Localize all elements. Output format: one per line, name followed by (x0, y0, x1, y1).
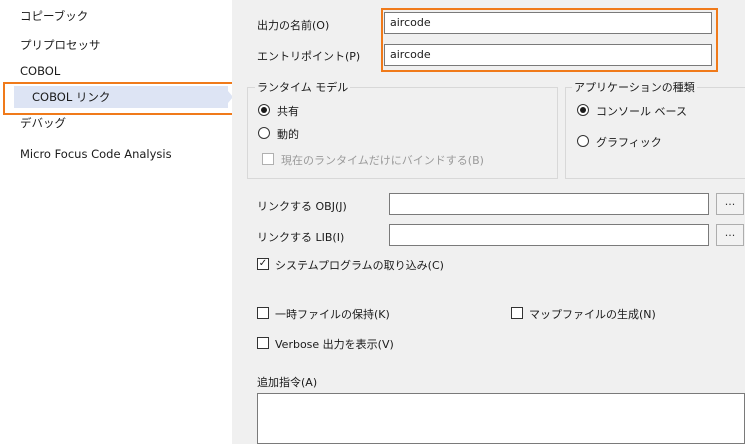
keep-temp-checkbox[interactable] (257, 307, 269, 319)
console-base-label: コンソール ベース (596, 105, 687, 118)
sidebar-item-cobol[interactable]: COBOL (20, 60, 60, 82)
options-sidebar: コピーブック プリプロセッサ COBOL COBOL リンク デバッグ Micr… (0, 0, 240, 444)
generate-map-label: マップファイルの生成(N) (529, 308, 656, 321)
bind-current-runtime-checkbox[interactable] (262, 153, 274, 165)
output-name-label: 出力の名前(O) (257, 19, 330, 32)
graphic-label: グラフィック (596, 136, 662, 149)
link-obj-label: リンクする OBJ(J) (257, 200, 347, 213)
output-name-input[interactable]: aircode (384, 12, 712, 34)
additional-directives-label: 追加指令(A) (257, 376, 318, 389)
entry-point-label: エントリポイント(P) (257, 50, 361, 63)
link-obj-input[interactable] (389, 193, 709, 215)
sidebar-item-preprocessor[interactable]: プリプロセッサ (20, 34, 101, 56)
app-type-legend: アプリケーションの種類 (572, 79, 697, 95)
cobol-link-settings-panel: 出力の名前(O) aircode エントリポイント(P) aircode ランタ… (232, 0, 745, 444)
sidebar-item-label: デバッグ (20, 116, 66, 130)
verbose-checkbox[interactable] (257, 337, 269, 349)
sidebar-item-label: COBOL リンク (32, 90, 111, 104)
sidebar-item-code-analysis[interactable]: Micro Focus Code Analysis (20, 143, 172, 165)
include-system-label: システムプログラムの取り込み(C) (275, 259, 444, 272)
app-type-group (565, 87, 745, 179)
link-lib-label: リンクする LIB(I) (257, 231, 345, 244)
link-obj-browse-button[interactable]: ... (716, 193, 744, 215)
link-lib-browse-button[interactable]: ... (716, 224, 744, 246)
verbose-label: Verbose 出力を表示(V) (275, 338, 394, 351)
sidebar-item-label: プリプロセッサ (20, 38, 101, 52)
console-base-radio[interactable] (577, 104, 589, 116)
sidebar-item-debug[interactable]: デバッグ (20, 112, 66, 134)
sidebar-item-label: コピーブック (20, 9, 89, 23)
additional-directives-textarea[interactable] (257, 393, 745, 444)
sidebar-item-label: COBOL (20, 64, 61, 78)
include-system-checkbox[interactable]: ✓ (257, 258, 269, 270)
checkmark-icon: ✓ (258, 258, 268, 269)
keep-temp-label: 一時ファイルの保持(K) (275, 308, 390, 321)
bind-current-runtime-label: 現在のランタイムだけにバインドする(B) (281, 154, 484, 167)
runtime-dynamic-radio[interactable] (258, 127, 270, 139)
link-lib-input[interactable] (389, 224, 709, 246)
entry-point-input[interactable]: aircode (384, 44, 712, 66)
runtime-dynamic-label: 動的 (277, 128, 299, 141)
runtime-shared-label: 共有 (277, 105, 299, 118)
graphic-radio[interactable] (577, 135, 589, 147)
sidebar-item-label: Micro Focus Code Analysis (20, 147, 172, 161)
sidebar-item-copybook[interactable]: コピーブック (20, 5, 88, 27)
generate-map-checkbox[interactable] (511, 307, 523, 319)
sidebar-item-cobol-link[interactable]: COBOL リンク (14, 86, 233, 108)
runtime-model-legend: ランタイム モデル (255, 79, 351, 95)
runtime-shared-radio[interactable] (258, 104, 270, 116)
